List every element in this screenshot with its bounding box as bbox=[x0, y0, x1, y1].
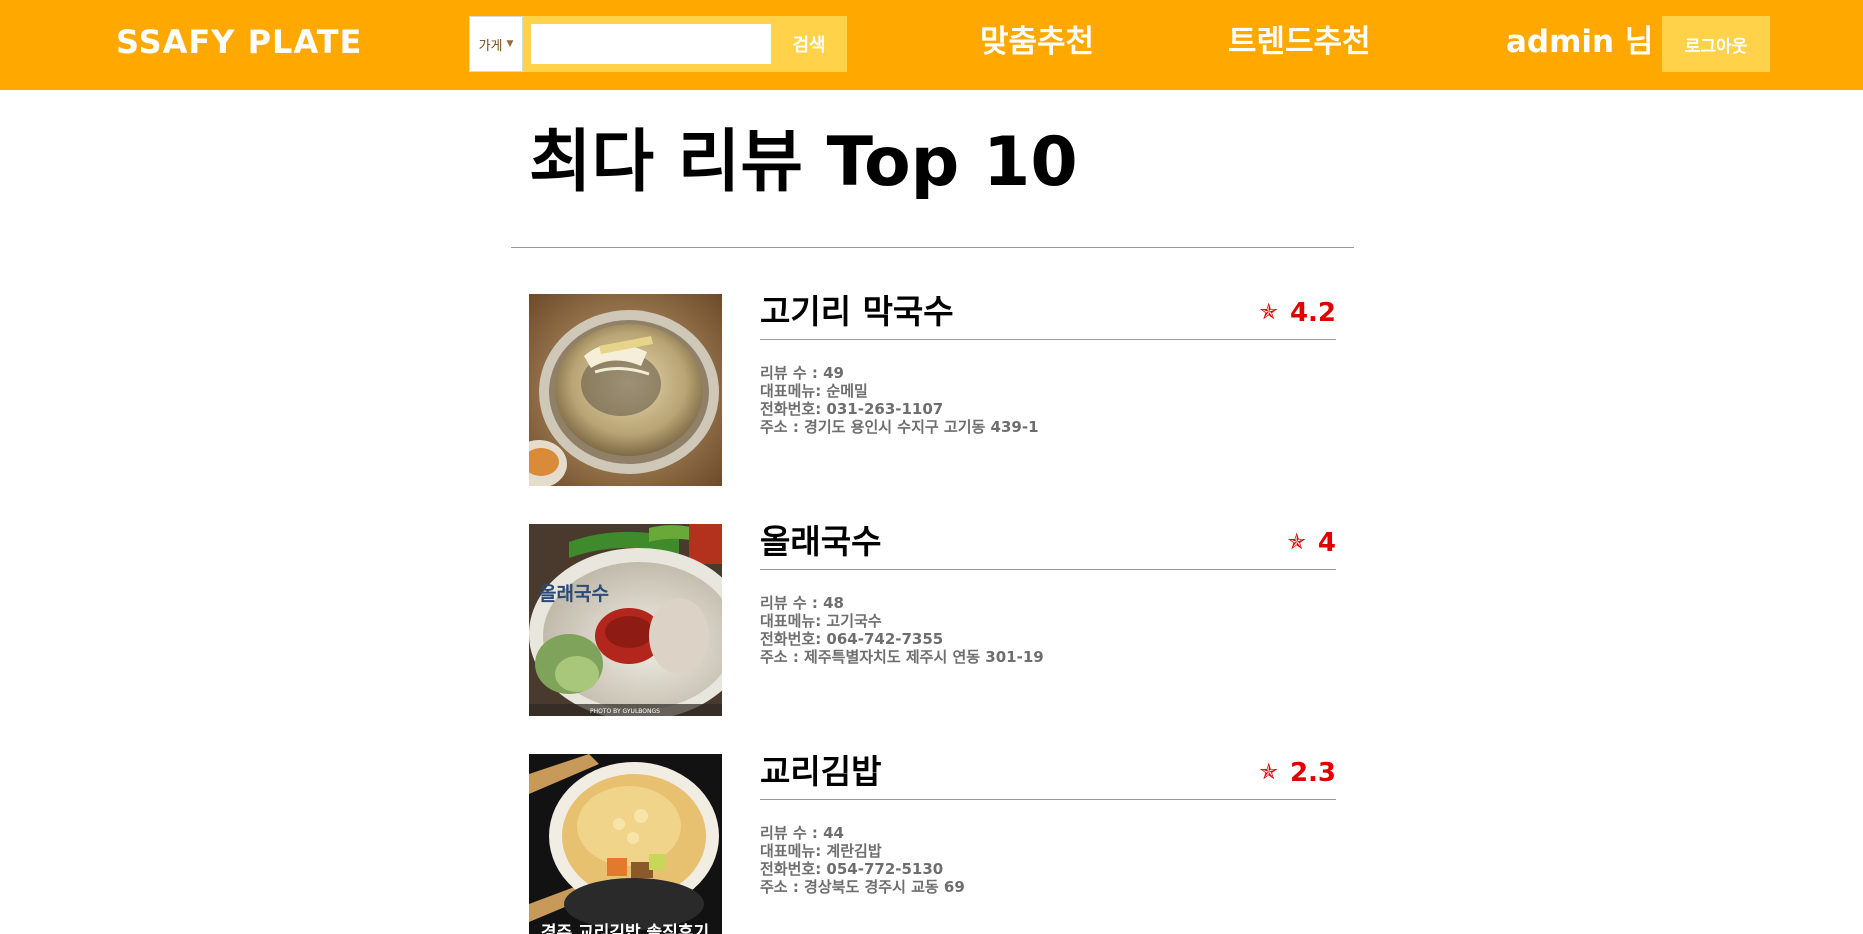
signature-menu: 대표메뉴: 순메밀 bbox=[760, 382, 868, 400]
restaurant-rating: ✯ 4.2 bbox=[1260, 296, 1337, 330]
search-input[interactable] bbox=[531, 24, 771, 64]
phone-number: 전화번호: 054-772-5130 bbox=[760, 860, 944, 878]
search-button[interactable]: 검색 bbox=[771, 16, 847, 72]
photo-credit-text: PHOTO BY GYULBONGS bbox=[590, 708, 660, 715]
gimbap-photo: 경주 교리김밥 솔직후기 bbox=[529, 754, 722, 934]
logout-button[interactable]: 로그아웃 bbox=[1662, 16, 1770, 72]
top-navbar: SSAFY PLATE 가게 ▼ 검색 맞춤추천 트렌드추천 admin 님 로… bbox=[0, 0, 1863, 90]
naengmyeon-photo bbox=[529, 294, 722, 486]
review-count: 리뷰 수 : 44 bbox=[760, 824, 844, 842]
restaurant-photo[interactable] bbox=[529, 294, 722, 486]
restaurant-photo[interactable]: 올래국수 PHOTO BY GYULBONGS bbox=[529, 524, 722, 716]
restaurant-rating: ✯ 4 bbox=[1287, 526, 1336, 560]
restaurant-name[interactable]: 교리김밥 bbox=[760, 748, 881, 796]
nav-custom-recommend[interactable]: 맞춤추천 bbox=[980, 20, 1094, 64]
signature-menu: 대표메뉴: 계란김밥 bbox=[760, 842, 882, 860]
rating-value: 4 bbox=[1317, 528, 1336, 558]
restaurant-photo[interactable]: 경주 교리김밥 솔직후기 bbox=[529, 754, 722, 934]
signature-menu: 대표메뉴: 고기국수 bbox=[760, 612, 882, 630]
search-category-label: 가게 bbox=[478, 38, 503, 54]
card-divider bbox=[760, 799, 1336, 800]
restaurant-info: 리뷰 수 : 44 대표메뉴: 계란김밥 전화번호: 054-772-5130 … bbox=[760, 824, 965, 896]
review-count: 리뷰 수 : 48 bbox=[760, 594, 844, 612]
guksu-photo: 올래국수 PHOTO BY GYULBONGS bbox=[529, 524, 722, 716]
star-icon: ✯ bbox=[1287, 530, 1306, 555]
restaurant-info: 리뷰 수 : 48 대표메뉴: 고기국수 전화번호: 064-742-7355 … bbox=[760, 594, 1044, 666]
user-greeting: admin 님 bbox=[1506, 24, 1654, 60]
restaurant-card[interactable]: 올래국수 PHOTO BY GYULBONGS 올래국수 ✯ 4 리뷰 수 : … bbox=[529, 522, 1337, 716]
photo-logo-text: 올래국수 bbox=[539, 583, 609, 605]
search-bar: 가게 ▼ 검색 bbox=[469, 16, 847, 72]
restaurant-rating: ✯ 2.3 bbox=[1260, 756, 1337, 790]
rating-value: 2.3 bbox=[1289, 758, 1336, 788]
address: 주소 : 경상북도 경주시 교동 69 bbox=[760, 878, 965, 896]
restaurant-info: 리뷰 수 : 49 대표메뉴: 순메밀 전화번호: 031-263-1107 주… bbox=[760, 364, 1039, 436]
phone-number: 전화번호: 064-742-7355 bbox=[760, 630, 944, 648]
restaurant-name[interactable]: 고기리 막국수 bbox=[760, 288, 954, 336]
star-icon: ✯ bbox=[1259, 760, 1278, 785]
photo-caption-text: 경주 교리김밥 솔직후기 bbox=[541, 922, 709, 934]
nav-trend-recommend[interactable]: 트렌드추천 bbox=[1228, 20, 1371, 64]
star-icon: ✯ bbox=[1259, 300, 1278, 325]
address: 주소 : 제주특별자치도 제주시 연동 301-19 bbox=[760, 648, 1044, 666]
card-divider bbox=[760, 569, 1336, 570]
rating-value: 4.2 bbox=[1289, 298, 1336, 328]
restaurant-card[interactable]: 고기리 막국수 ✯ 4.2 리뷰 수 : 49 대표메뉴: 순메밀 전화번호: … bbox=[529, 292, 1337, 486]
restaurant-name[interactable]: 올래국수 bbox=[760, 518, 881, 566]
card-divider bbox=[760, 339, 1336, 340]
chevron-down-icon: ▼ bbox=[506, 39, 514, 49]
restaurant-card[interactable]: 경주 교리김밥 솔직후기 교리김밥 ✯ 2.3 리뷰 수 : 44 대표메뉴: … bbox=[529, 752, 1337, 934]
brand-logo[interactable]: SSAFY PLATE bbox=[116, 20, 362, 64]
phone-number: 전화번호: 031-263-1107 bbox=[760, 400, 944, 418]
search-category-select[interactable]: 가게 ▼ bbox=[469, 16, 523, 72]
title-divider bbox=[511, 247, 1354, 248]
page-title: 최다 리뷰 Top 10 bbox=[529, 123, 1078, 202]
review-count: 리뷰 수 : 49 bbox=[760, 364, 844, 382]
address: 주소 : 경기도 용인시 수지구 고기동 439-1 bbox=[760, 418, 1039, 436]
